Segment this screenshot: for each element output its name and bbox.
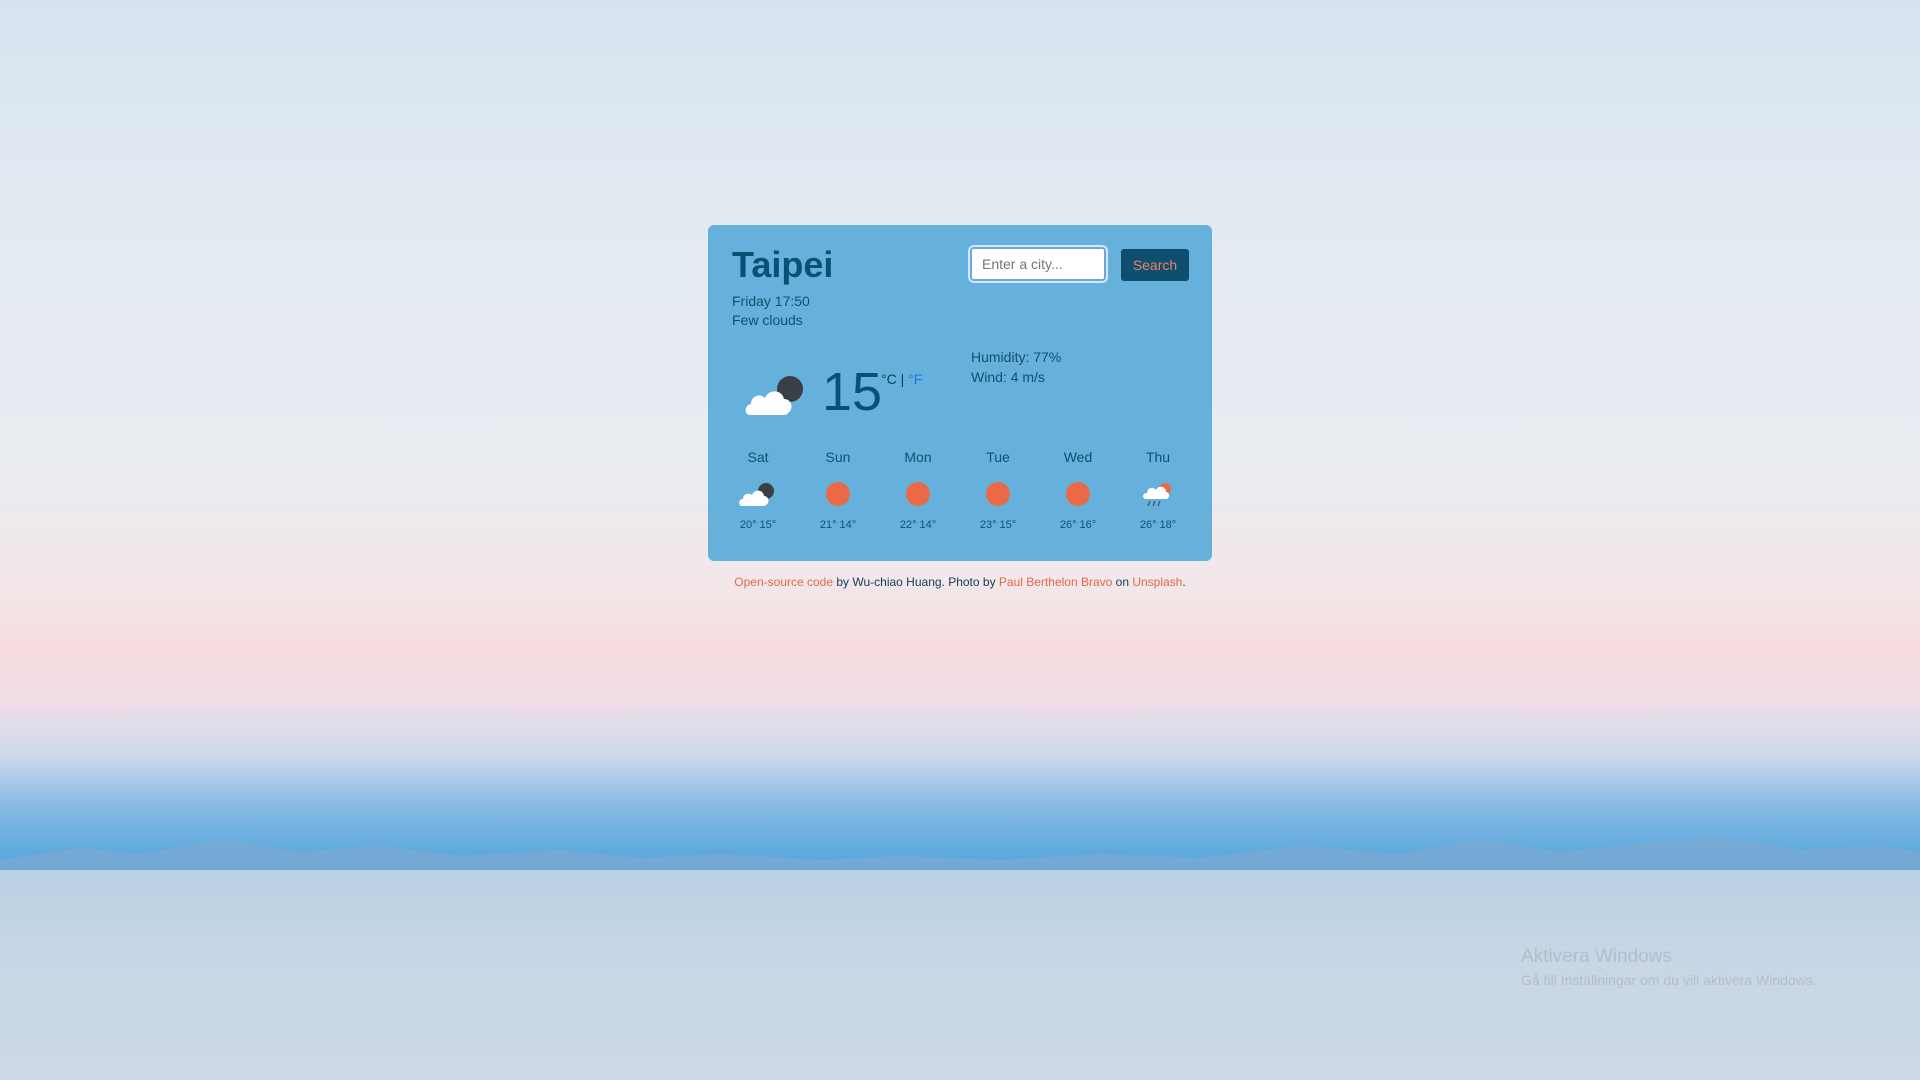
- credits-author-text: by Wu-chiao Huang. Photo by: [833, 575, 999, 589]
- sun-icon: [906, 482, 930, 506]
- forecast-day: Sat 20° 15°: [728, 449, 788, 531]
- credits-line: Open-source code by Wu-chiao Huang. Phot…: [708, 575, 1212, 589]
- cloud-moon-icon: [739, 483, 774, 506]
- credits-end-text: .: [1182, 575, 1186, 589]
- windows-activation-watermark: Aktivera Windows Gå till Inställningar o…: [1521, 946, 1817, 988]
- sun-icon: [1066, 482, 1090, 506]
- forecast-day-name: Tue: [986, 449, 1010, 465]
- forecast-day: Mon 22° 14°: [888, 449, 948, 531]
- forecast-temps: 26° 16°: [1059, 519, 1097, 531]
- activation-subtitle: Gå till Inställningar om du vill aktiver…: [1521, 972, 1817, 988]
- forecast-day: Thu 26° 18°: [1128, 449, 1188, 531]
- activation-title: Aktivera Windows: [1521, 946, 1672, 967]
- open-source-code-link[interactable]: Open-source code: [734, 575, 833, 589]
- forecast-day-name: Sun: [825, 449, 851, 465]
- cloud-moon-icon: [745, 376, 803, 415]
- date-time: Friday 17:50: [732, 293, 810, 309]
- weather-description: Few clouds: [732, 312, 803, 328]
- forecast-day-name: Wed: [1063, 449, 1093, 465]
- photographer-link[interactable]: Paul Berthelon Bravo: [999, 575, 1112, 589]
- city-name: Taipei: [732, 244, 834, 285]
- forecast-row: Sat 20° 15° Sun 21° 14° Mon 22° 14° Tue: [728, 449, 1208, 549]
- weather-card: Taipei Friday 17:50 Few clouds Search 15…: [708, 225, 1212, 561]
- unit-toggle: °C | °F: [881, 371, 922, 387]
- credits-on-text: on: [1112, 575, 1133, 589]
- unit-separator: |: [896, 371, 909, 387]
- unsplash-link[interactable]: Unsplash: [1132, 575, 1182, 589]
- forecast-day-name: Thu: [1145, 449, 1171, 465]
- forecast-day-name: Sat: [747, 449, 769, 465]
- humidity-value: Humidity: 77%: [971, 349, 1062, 365]
- city-search-input[interactable]: [968, 245, 1108, 283]
- wind-value: Wind: 4 m/s: [971, 369, 1045, 385]
- forecast-temps: 26° 18°: [1139, 519, 1177, 531]
- forecast-temps: 21° 14°: [819, 519, 857, 531]
- current-temperature: 15: [822, 362, 883, 422]
- sun-icon: [826, 482, 850, 506]
- forecast-day: Sun 21° 14°: [808, 449, 868, 531]
- forecast-day: Wed 26° 16°: [1048, 449, 1108, 531]
- forecast-temps: 22° 14°: [899, 519, 937, 531]
- forecast-temps: 20° 15°: [739, 519, 777, 531]
- fahrenheit-unit-link[interactable]: °F: [908, 371, 922, 387]
- forecast-temps: 23° 15°: [979, 519, 1017, 531]
- search-button[interactable]: Search: [1121, 249, 1189, 281]
- forecast-day-name: Mon: [904, 449, 932, 465]
- celsius-unit[interactable]: °C: [881, 371, 897, 387]
- forecast-day: Tue 23° 15°: [968, 449, 1028, 531]
- rain-cloud-sun-icon: [1143, 483, 1171, 507]
- sun-icon: [986, 482, 1010, 506]
